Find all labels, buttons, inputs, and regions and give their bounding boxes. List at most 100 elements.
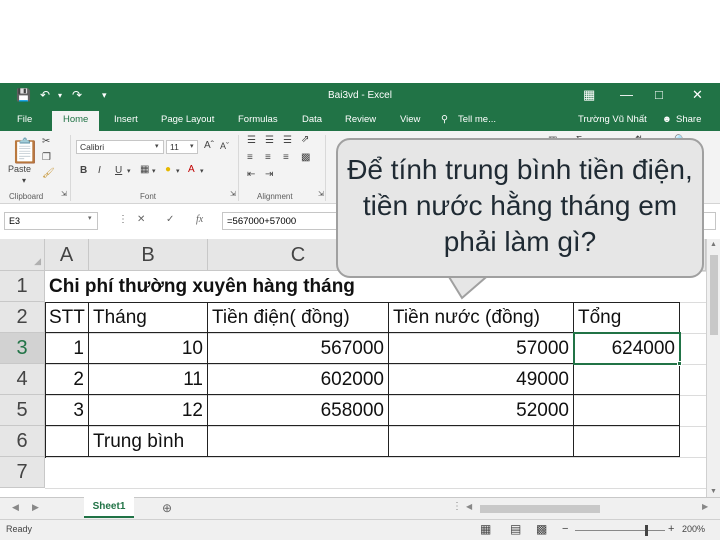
fill-handle[interactable] [677,361,682,366]
font-name-select[interactable]: Calibri [76,140,164,154]
orientation-icon[interactable]: ⇗ [301,134,309,145]
table-cell[interactable]: 12 [89,395,208,426]
tab-review[interactable]: Review [345,114,376,125]
customize-quick-access-icon[interactable]: ▾ [102,90,107,101]
undo-dropdown-icon[interactable]: ▾ [58,91,62,100]
alignment-launcher-icon[interactable]: ⇲ [318,190,324,198]
copy-icon[interactable]: ❐ [42,152,51,163]
cut-icon[interactable]: ✂ [42,136,50,147]
zoom-in-icon[interactable]: + [668,523,674,535]
scroll-left-icon[interactable]: ◀ [466,502,472,511]
prev-sheet-icon[interactable]: ◀ [12,502,19,513]
page-layout-view-icon[interactable]: ▤ [510,522,521,536]
header-cell-tien-dien[interactable]: Tiền điện( đồng) [208,302,389,333]
row-header-4[interactable]: 4 [0,364,45,395]
tab-file[interactable]: File [17,114,32,125]
format-painter-icon[interactable]: 🖌 [42,168,55,179]
next-sheet-icon[interactable]: ▶ [32,502,39,513]
header-cell-thang[interactable]: Tháng [89,302,208,333]
table-cell[interactable] [45,426,89,457]
redo-icon[interactable]: ↷ [72,88,82,102]
table-cell[interactable]: 1 [45,333,89,364]
normal-view-icon[interactable]: ▦ [480,522,491,536]
table-cell[interactable]: 567000 [208,333,389,364]
bold-button[interactable]: B [80,165,87,176]
table-cell[interactable] [574,364,680,395]
table-cell[interactable] [208,426,389,457]
header-cell-tong[interactable]: Tổng [574,302,680,333]
zoom-slider-thumb[interactable] [645,525,648,536]
undo-icon[interactable]: ↶ [40,88,50,102]
vertical-scrollbar[interactable]: ▲ ▼ [706,239,720,497]
tab-view[interactable]: View [400,114,420,125]
increase-font-icon[interactable]: Aˆ [204,140,214,151]
header-cell-stt[interactable]: STT [45,302,89,333]
align-center-icon[interactable]: ≡ [265,152,271,163]
close-icon[interactable]: ✕ [692,87,703,103]
new-sheet-icon[interactable]: ⊕ [162,501,172,515]
header-cell-tien-nuoc[interactable]: Tiền nước (đồng) [389,302,574,333]
paste-icon[interactable]: 📋 [10,137,40,166]
align-middle-icon[interactable]: ☰ [265,135,274,146]
save-icon[interactable]: 💾 [16,88,31,102]
scroll-up-icon[interactable]: ▲ [710,241,717,248]
font-size-dropdown-icon[interactable]: ▾ [190,142,194,150]
fill-color-icon[interactable]: ● [165,164,171,175]
merge-center-icon[interactable]: ▩ [301,152,310,163]
zoom-out-icon[interactable]: − [562,523,568,535]
row-header-2[interactable]: 2 [0,302,45,333]
table-cell[interactable]: 2 [45,364,89,395]
select-all-corner[interactable]: ◢ [0,239,45,271]
table-cell[interactable]: 52000 [389,395,574,426]
paste-dropdown-icon[interactable]: ▾ [22,176,26,185]
sheet-bar-grip-icon[interactable]: ⋮ [452,501,462,512]
font-color-icon[interactable]: A [188,164,195,175]
table-cell[interactable] [574,426,680,457]
table-cell[interactable]: 11 [89,364,208,395]
share-icon[interactable]: ☻ [662,114,672,125]
table-cell[interactable] [389,426,574,457]
insert-function-icon[interactable]: fx [196,214,203,225]
name-box[interactable]: E3 [4,212,98,230]
table-cell[interactable]: 49000 [389,364,574,395]
tab-page-layout[interactable]: Page Layout [161,114,214,125]
minimize-icon[interactable]: — [620,87,633,102]
row-header-7[interactable]: 7 [0,457,45,488]
sheet-tab-sheet1[interactable]: Sheet1 [84,497,134,518]
paste-label[interactable]: Paste [8,164,31,174]
tell-me-input[interactable]: Tell me... [458,114,496,125]
scrollbar-thumb[interactable] [710,255,718,335]
borders-dropdown-icon[interactable]: ▾ [152,167,156,175]
zoom-slider[interactable] [575,530,665,531]
underline-dropdown-icon[interactable]: ▾ [127,167,131,175]
name-box-dropdown-icon[interactable]: ▾ [88,214,92,222]
row-header-5[interactable]: 5 [0,395,45,426]
table-cell[interactable]: 10 [89,333,208,364]
table-cell[interactable]: 602000 [208,364,389,395]
horizontal-scrollbar-thumb[interactable] [480,505,600,513]
row-header-3[interactable]: 3 [0,333,45,364]
row-header-6[interactable]: 6 [0,426,45,457]
align-bottom-icon[interactable]: ☰ [283,135,292,146]
decrease-indent-icon[interactable]: ⇤ [247,169,255,180]
user-name[interactable]: Trường Vũ Nhất [578,114,647,125]
tab-data[interactable]: Data [302,114,322,125]
borders-icon[interactable]: ▦ [140,164,149,175]
table-cell[interactable]: 57000 [389,333,574,364]
column-header-a[interactable]: A [45,239,89,271]
table-cell[interactable]: 3 [45,395,89,426]
page-break-view-icon[interactable]: ▩ [536,522,547,536]
maximize-icon[interactable]: □ [655,87,663,102]
share-button[interactable]: Share [676,114,701,125]
align-right-icon[interactable]: ≡ [283,152,289,163]
scroll-right-icon[interactable]: ▶ [702,502,708,511]
fill-color-dropdown-icon[interactable]: ▾ [176,167,180,175]
ribbon-display-options-icon[interactable]: ▦ [583,87,595,103]
zoom-level[interactable]: 200% [682,524,705,534]
average-label-cell[interactable]: Trung bình [89,426,208,457]
clipboard-launcher-icon[interactable]: ⇲ [61,190,67,198]
increase-indent-icon[interactable]: ⇥ [265,169,273,180]
tab-insert[interactable]: Insert [114,114,138,125]
cancel-icon[interactable]: ✕ [137,214,145,225]
column-header-b[interactable]: B [89,239,208,271]
